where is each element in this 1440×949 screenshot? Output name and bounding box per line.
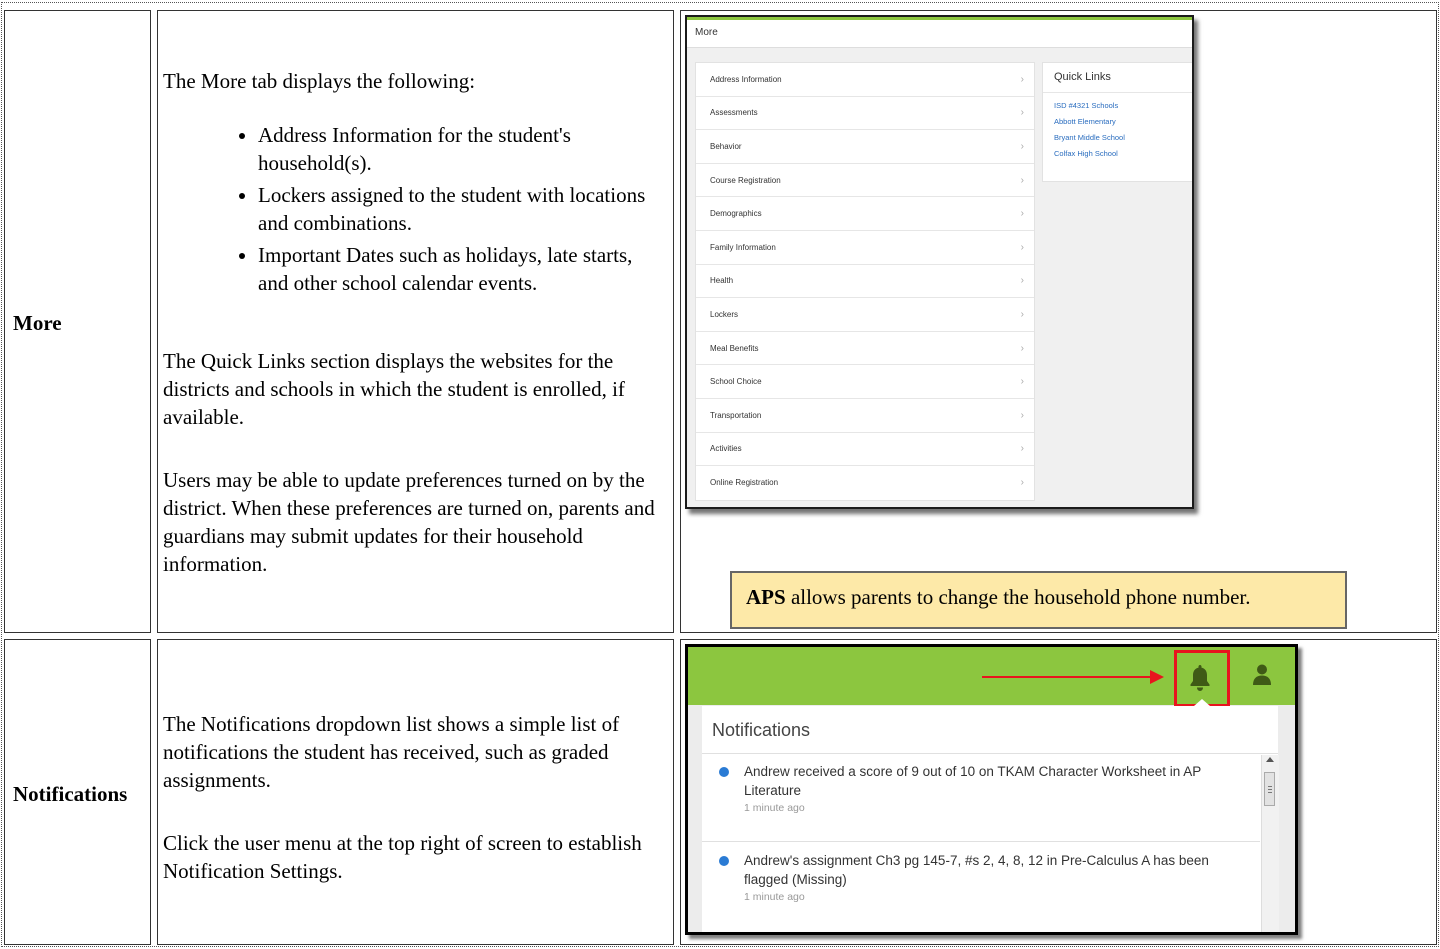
row-label: More [13,311,62,335]
notification-item[interactable]: Andrew's assignment Ch3 pg 145-7, #s 2, … [702,851,1260,932]
row-more-label-cell: More [4,10,151,633]
chevron-right-icon: › [1020,241,1024,253]
menu-item-label: Address Information [710,74,782,84]
menu-item-activities[interactable]: Activities › [696,433,1034,467]
row-more-description-cell: The More tab displays the following: Add… [157,10,674,633]
more-description: The More tab displays the following: Add… [163,67,661,578]
list-item: Address Information for the student's ho… [258,121,661,177]
red-arrow-head [1150,670,1164,684]
description-text: The Quick Links section displays the web… [163,349,625,429]
row-notifications-label-cell: Notifications [4,639,151,945]
description-text: The Notifications dropdown list shows a … [163,712,620,792]
quick-link-district[interactable]: ISD #4321 Schools [1054,98,1192,114]
menu-item-lockers[interactable]: Lockers › [696,298,1034,332]
chevron-right-icon: › [1020,73,1024,85]
menu-item-label: Online Registration [710,478,779,488]
chevron-right-icon: › [1020,308,1024,320]
quick-link-bryant[interactable]: Bryant Middle School [1054,130,1192,146]
quick-links-panel: Quick Links ISD #4321 Schools Abbott Ele… [1042,62,1192,182]
notifications-screenshot: Notifications Andrew received a score of… [685,644,1298,935]
scroll-up-arrow-icon[interactable] [1266,757,1274,762]
dropdown-caret [1194,699,1210,706]
more-menu-list: Address Information › Assessments › Behavi… [695,62,1035,501]
menu-item-school-choice[interactable]: School Choice › [696,365,1034,399]
menu-item-behavior[interactable]: Behavior › [696,130,1034,164]
user-icon[interactable] [1252,663,1272,687]
notifications-title: Notifications [702,706,1278,754]
menu-item-online-registration[interactable]: Online Registration › [696,466,1034,500]
notification-text: Andrew received a score of 9 out of 10 o… [744,764,1201,798]
scrollbar-thumb[interactable] [1264,772,1275,806]
menu-item-label: Meal Benefits [710,343,759,353]
notification-time: 1 minute ago [744,802,805,814]
chevron-right-icon: › [1020,409,1024,421]
menu-item-address-information[interactable]: Address Information › [696,63,1034,97]
notifications-description: The Notifications dropdown list shows a … [163,710,661,885]
chevron-right-icon: › [1020,174,1024,186]
chevron-right-icon: › [1020,275,1024,287]
note-bold: APS [746,585,786,609]
menu-item-family-information[interactable]: Family Information › [696,231,1034,265]
more-header: More [687,20,1192,48]
description-text: The More tab displays the following: [163,69,476,93]
row-notifications-description-cell: The Notifications dropdown list shows a … [157,639,674,945]
row-label: Notifications [13,782,128,806]
menu-item-label: Course Registration [710,175,781,185]
unread-dot-icon [719,856,729,866]
chevron-right-icon: › [1020,477,1024,489]
menu-item-assessments[interactable]: Assessments › [696,97,1034,131]
notification-time: 1 minute ago [744,891,805,903]
menu-item-course-registration[interactable]: Course Registration › [696,164,1034,198]
menu-item-label: School Choice [710,377,762,387]
more-screenshot: More Address Information › Assessments › B… [685,15,1194,509]
menu-item-label: Health [710,276,734,286]
menu-item-demographics[interactable]: Demographics › [696,197,1034,231]
row-more-screenshot-cell: More Address Information › Assessments › B… [680,10,1437,633]
chevron-right-icon: › [1020,107,1024,119]
menu-item-health[interactable]: Health › [696,265,1034,299]
description-text: Click the user menu at the top right of … [163,831,642,883]
menu-item-meal-benefits[interactable]: Meal Benefits › [696,332,1034,366]
menu-item-label: Transportation [710,410,762,420]
description-text: Users may be able to update preferences … [163,468,655,576]
menu-item-label: Behavior [710,141,742,151]
chevron-right-icon: › [1020,376,1024,388]
chevron-right-icon: › [1020,208,1024,220]
unread-dot-icon [719,767,729,777]
quick-links-title: Quick Links [1043,63,1192,93]
quick-link-abbott[interactable]: Abbott Elementary [1054,114,1192,130]
chevron-right-icon: › [1020,342,1024,354]
list-item: Lockers assigned to the student with loc… [258,181,661,237]
red-arrow-line [982,676,1152,678]
aps-note: APS allows parents to change the househo… [730,571,1347,629]
list-item: Important Dates such as holidays, late s… [258,241,661,297]
bell-icon[interactable] [1188,663,1212,693]
menu-item-transportation[interactable]: Transportation › [696,399,1034,433]
chevron-right-icon: › [1020,140,1024,152]
notification-item[interactable]: Andrew received a score of 9 out of 10 o… [702,762,1260,842]
chevron-right-icon: › [1020,443,1024,455]
menu-item-label: Family Information [710,242,776,252]
notification-text: Andrew's assignment Ch3 pg 145-7, #s 2, … [744,853,1209,887]
menu-item-label: Activities [710,444,742,454]
note-text: allows parents to change the household p… [785,585,1251,609]
notifications-scrollbar[interactable] [1261,755,1279,932]
menu-item-label: Demographics [710,209,762,219]
feature-list: Address Information for the student's ho… [163,121,661,297]
notifications-dropdown: Notifications Andrew received a score of… [702,706,1279,932]
menu-item-label: Lockers [710,309,739,319]
quick-link-colfax[interactable]: Colfax High School [1054,146,1192,162]
row-notifications-screenshot-cell: Notifications Andrew received a score of… [680,639,1437,945]
menu-item-label: Assessments [710,108,758,118]
